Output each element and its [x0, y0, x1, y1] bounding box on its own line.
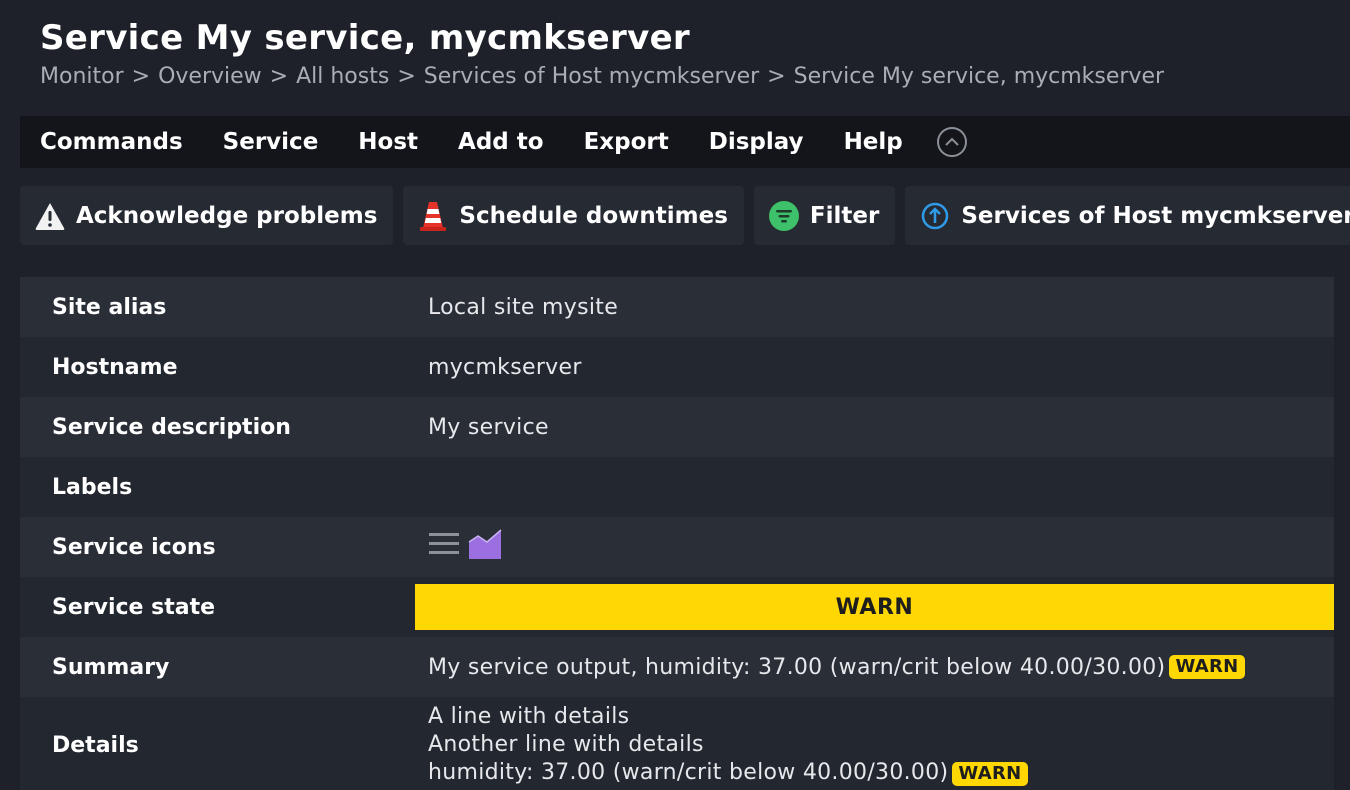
menu-add-to[interactable]: Add to — [438, 116, 564, 168]
services-of-host-button[interactable]: Services of Host mycmkserver — [905, 186, 1350, 245]
service-description-value: My service — [408, 397, 1334, 457]
row-label: Labels — [20, 457, 408, 517]
schedule-downtimes-button[interactable]: Schedule downtimes — [403, 186, 744, 245]
chevron-up-circle-icon[interactable] — [936, 127, 967, 157]
action-bar: Acknowledge problems Schedule downtimes — [20, 186, 1350, 245]
row-labels: Labels — [20, 457, 1334, 517]
status-badge: WARN — [952, 762, 1028, 786]
row-site-alias: Site alias Local site mysite — [20, 277, 1334, 337]
service-state-badge: WARN — [415, 584, 1334, 630]
row-label: Details — [20, 697, 408, 790]
breadcrumb-separator: > — [397, 64, 416, 89]
details-line: humidity: 37.00 (warn/crit below 40.00/3… — [428, 759, 1028, 787]
warning-triangle-icon — [34, 200, 66, 232]
row-details: Details A line with details Another line… — [20, 697, 1334, 790]
menu-commands[interactable]: Commands — [20, 116, 203, 168]
summary-value: My service output, humidity: 37.00 (warn… — [408, 637, 1334, 697]
details-line: Another line with details — [428, 732, 704, 757]
services-of-host-label: Services of Host mycmkserver — [961, 202, 1350, 229]
row-summary: Summary My service output, humidity: 37.… — [20, 637, 1334, 697]
schedule-downtimes-label: Schedule downtimes — [459, 202, 728, 229]
summary-text: My service output, humidity: 37.00 (warn… — [428, 654, 1166, 680]
row-service-icons: Service icons — [20, 517, 1334, 577]
menu-help[interactable]: Help — [824, 116, 923, 168]
row-label: Service description — [20, 397, 408, 457]
traffic-cone-icon — [417, 200, 449, 232]
filter-label: Filter — [809, 202, 880, 229]
breadcrumb-monitor[interactable]: Monitor — [40, 64, 124, 89]
menu-service[interactable]: Service — [203, 116, 339, 168]
labels-value — [408, 457, 1334, 517]
hostname-value: mycmkserver — [408, 337, 1334, 397]
service-icons-value — [408, 517, 1334, 577]
details-line: A line with details — [428, 704, 630, 729]
breadcrumb-separator: > — [269, 64, 289, 89]
menu-host[interactable]: Host — [338, 116, 438, 168]
menu-display[interactable]: Display — [689, 116, 824, 168]
breadcrumb-services-of-host[interactable]: Services of Host mycmkserver — [424, 64, 759, 89]
filter-button[interactable]: Filter — [753, 186, 896, 245]
row-service-state: Service state WARN — [20, 577, 1334, 637]
row-label: Service state — [20, 577, 408, 637]
breadcrumb-current-service[interactable]: Service My service, mycmkserver — [794, 64, 1164, 89]
status-badge: WARN — [1169, 655, 1245, 679]
service-details-table: Site alias Local site mysite Hostname my… — [20, 277, 1334, 790]
row-label: Site alias — [20, 277, 408, 337]
service-view-page: Service My service, mycmkserver Monitor … — [0, 0, 1350, 790]
row-label: Service icons — [20, 517, 408, 577]
row-service-description: Service description My service — [20, 397, 1334, 457]
breadcrumb-separator: > — [131, 64, 151, 89]
acknowledge-problems-label: Acknowledge problems — [76, 202, 378, 229]
menu-bar: Commands Service Host Add to Export Disp… — [20, 116, 1350, 168]
filter-icon — [768, 200, 800, 232]
site-alias-value: Local site mysite — [408, 277, 1334, 337]
row-label: Hostname — [20, 337, 408, 397]
breadcrumb-overview[interactable]: Overview — [158, 64, 262, 89]
row-label: Summary — [20, 637, 408, 697]
menu-export[interactable]: Export — [564, 116, 689, 168]
acknowledge-problems-button[interactable]: Acknowledge problems — [20, 186, 394, 245]
page-title: Service My service, mycmkserver — [40, 18, 691, 58]
graph-icon[interactable] — [468, 528, 502, 566]
details-value: A line with details Another line with de… — [408, 697, 1334, 790]
row-hostname: Hostname mycmkserver — [20, 337, 1334, 397]
breadcrumb-all-hosts[interactable]: All hosts — [296, 64, 389, 89]
details-line-text: humidity: 37.00 (warn/crit below 40.00/3… — [428, 760, 949, 785]
breadcrumb-separator: > — [767, 64, 786, 89]
arrow-up-circle-icon — [919, 200, 951, 232]
breadcrumb: Monitor > Overview > All hosts > Service… — [40, 64, 1164, 89]
menu-icon[interactable] — [428, 530, 460, 564]
